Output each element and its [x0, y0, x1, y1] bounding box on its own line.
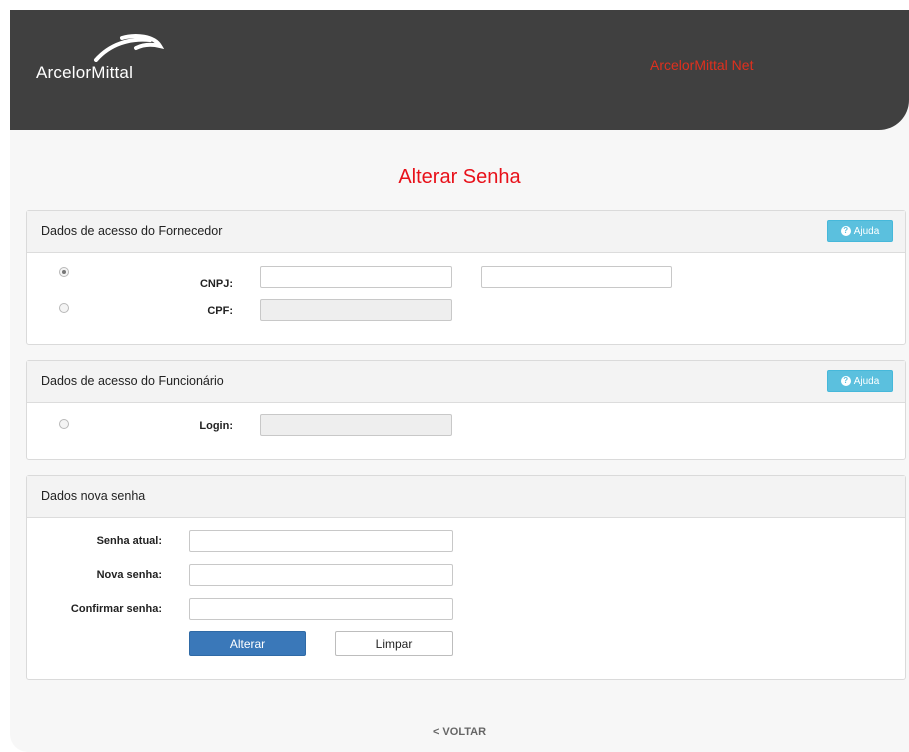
login-label: Login:: [199, 420, 233, 432]
help-label: Ajuda: [853, 225, 880, 237]
cpf-input[interactable]: [260, 299, 452, 321]
cnpj-input[interactable]: [260, 266, 452, 288]
fornecedor-panel-header: Dados de acesso do Fornecedor ? Ajuda: [27, 211, 905, 253]
confirmar-senha-input[interactable]: [189, 598, 453, 620]
senha-atual-label: Senha atual:: [96, 535, 162, 547]
cnpj-label: CNPJ:: [199, 278, 233, 290]
funcionario-help-button[interactable]: ? Ajuda: [827, 370, 893, 392]
cnpj-radio[interactable]: [59, 267, 69, 277]
voltar-link[interactable]: < VOLTAR: [10, 726, 909, 738]
arcelormittal-net-link[interactable]: ArcelorMittal Net: [650, 57, 753, 73]
nova-senha-panel: Dados nova senha Senha atual: Nova senha…: [26, 475, 906, 680]
site-header: ArcelorMittal ArcelorMittal Net: [10, 10, 909, 130]
nova-senha-label: Nova senha:: [96, 569, 162, 581]
nova-senha-panel-header: Dados nova senha: [27, 476, 905, 518]
alterar-button[interactable]: Alterar: [189, 631, 306, 656]
cpf-label: CPF:: [207, 305, 233, 317]
question-circle-icon: ?: [840, 376, 851, 386]
funcionario-panel-header: Dados de acesso do Funcionário ? Ajuda: [27, 361, 905, 403]
limpar-button[interactable]: Limpar: [335, 631, 453, 656]
funcionario-panel-title: Dados de acesso do Funcionário: [41, 374, 224, 388]
arcelormittal-logo[interactable]: ArcelorMittal: [36, 34, 176, 94]
cnpj-branch-input[interactable]: [481, 266, 672, 288]
help-label: Ajuda: [853, 375, 880, 387]
nova-senha-input[interactable]: [189, 564, 453, 586]
login-radio[interactable]: [59, 419, 69, 429]
funcionario-panel: Dados de acesso do Funcionário ? Ajuda L…: [26, 360, 906, 460]
senha-atual-input[interactable]: [189, 530, 453, 552]
page-title: Alterar Senha: [398, 166, 521, 188]
login-input[interactable]: [260, 414, 452, 436]
fornecedor-help-button[interactable]: ? Ajuda: [827, 220, 893, 242]
nova-senha-panel-title: Dados nova senha: [41, 489, 146, 503]
fornecedor-panel: Dados de acesso do Fornecedor ? Ajuda CN…: [26, 210, 906, 345]
fornecedor-panel-title: Dados de acesso do Fornecedor: [41, 224, 223, 238]
logo-swoosh-icon: [94, 34, 164, 62]
cpf-radio[interactable]: [59, 303, 69, 313]
logo-text: ArcelorMittal: [36, 63, 134, 82]
confirmar-senha-label: Confirmar senha:: [70, 603, 162, 615]
question-circle-icon: ?: [840, 226, 851, 236]
